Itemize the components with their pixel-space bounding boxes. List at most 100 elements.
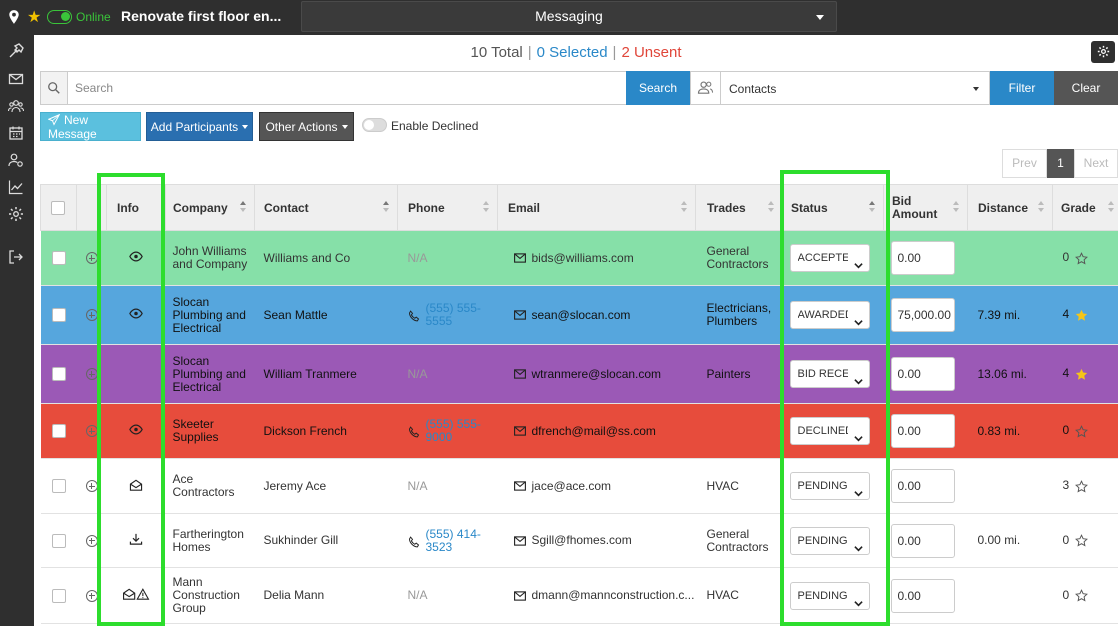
line-chart-icon[interactable] [8, 179, 24, 195]
status-select[interactable]: ACCEPTED [789, 244, 870, 272]
settings-button[interactable] [1091, 41, 1115, 63]
eye-icon[interactable] [129, 251, 143, 265]
add-participants-button[interactable]: Add Participants [146, 112, 253, 141]
bid-amount-input[interactable]: 0.00 [890, 469, 955, 503]
users-icon[interactable] [7, 98, 25, 114]
row-checkbox[interactable] [51, 588, 66, 603]
online-toggle[interactable] [47, 10, 72, 24]
row-checkbox[interactable] [51, 533, 66, 548]
status-select[interactable]: AWARDED [789, 301, 870, 329]
expand-plus-icon[interactable] [85, 480, 98, 493]
header-phone[interactable]: Phone [397, 184, 498, 231]
row-checkbox[interactable] [51, 251, 66, 265]
next-page-button[interactable]: Next [1074, 149, 1118, 178]
table-row[interactable]: Mann Construction Group Delia Mann N/A dman… [40, 567, 1118, 624]
search-input[interactable] [69, 72, 624, 104]
header-email[interactable]: Email [497, 184, 696, 231]
calendar-icon[interactable] [8, 125, 24, 141]
prev-page-button[interactable]: Prev [1002, 149, 1047, 178]
row-checkbox[interactable] [51, 424, 66, 438]
star-filled-icon[interactable] [1075, 368, 1088, 381]
bid-amount-input[interactable]: 0.00 [890, 241, 955, 275]
new-message-button[interactable]: New Message [40, 112, 141, 141]
expand-plus-icon[interactable] [85, 534, 98, 547]
header-contact[interactable]: Contact [254, 184, 398, 231]
table-row[interactable]: Fartherington Homes Sukhinder Gill (555) 4… [40, 513, 1118, 568]
bid-amount-input[interactable]: 0.00 [890, 523, 955, 558]
envelope-warning-icon[interactable] [122, 588, 150, 603]
email-value: bids@williams.com [531, 250, 634, 265]
header-grade[interactable]: Grade [1052, 184, 1118, 231]
header-bid-amount[interactable]: Bid Amount [883, 184, 968, 231]
other-actions-button[interactable]: Other Actions [259, 112, 354, 141]
email-value: jace@ace.com [531, 478, 612, 493]
table-row[interactable]: John Williams and Company Williams and Co… [40, 230, 1118, 286]
table-row[interactable]: Slocan Plumbing and Electrical Sean Mattl… [40, 285, 1118, 345]
star-outline-icon[interactable] [1075, 534, 1089, 547]
phone-link[interactable]: (555) 555-5555 [426, 302, 488, 328]
star-outline-icon[interactable] [1075, 424, 1089, 438]
table-row[interactable]: Slocan Plumbing and Electrical William Tr… [40, 344, 1118, 404]
module-select[interactable]: Messaging [301, 1, 837, 32]
status-select[interactable]: BID RECEIVED [789, 360, 870, 388]
bid-amount-input[interactable]: 75,000.00 [890, 298, 955, 332]
filter-button[interactable]: Filter [990, 71, 1054, 105]
bid-amount-input[interactable]: 0.00 [890, 414, 955, 448]
table-row[interactable]: Ace Contractors Jeremy Ace N/A jace@ace.com… [40, 458, 1118, 514]
trades-value: General Contractors [706, 526, 769, 554]
star-filled-icon[interactable] [1075, 309, 1088, 322]
star-outline-icon[interactable] [1075, 251, 1089, 265]
expand-plus-icon[interactable] [85, 589, 98, 602]
status-select[interactable]: PENDING [789, 581, 870, 610]
header-distance[interactable]: Distance [967, 184, 1053, 231]
selected-count[interactable]: 0 Selected [537, 44, 608, 61]
status-select[interactable]: DECLINED [789, 417, 870, 445]
distance-value: 0.83 mi. [977, 423, 1021, 438]
unsent-count[interactable]: 2 Unsent [621, 44, 681, 61]
user-settings-icon[interactable] [8, 152, 24, 168]
download-icon[interactable] [129, 533, 143, 548]
expand-plus-icon[interactable] [85, 252, 98, 265]
contacts-select[interactable]: Contacts [690, 71, 990, 105]
star-outline-icon[interactable] [1075, 479, 1089, 493]
row-checkbox[interactable] [51, 479, 66, 493]
select-all-checkbox[interactable] [51, 200, 65, 215]
location-pin-icon[interactable] [8, 9, 22, 25]
trades-cell: General Contractors [695, 230, 783, 286]
bid-amount-input[interactable]: 0.00 [890, 357, 955, 391]
project-title[interactable]: Renovate first floor en... [121, 8, 281, 24]
sign-out-icon[interactable] [8, 249, 24, 265]
expand-plus-icon[interactable] [85, 425, 98, 438]
status-value: BID RECEIVED [797, 368, 848, 380]
envelope-icon[interactable] [8, 71, 24, 87]
expand-plus-icon[interactable] [85, 368, 98, 381]
header-info-label: Info [117, 200, 139, 215]
eye-icon[interactable] [129, 308, 143, 322]
page-1-button[interactable]: 1 [1047, 149, 1074, 178]
row-checkbox[interactable] [51, 367, 66, 381]
header-trades[interactable]: Trades [695, 184, 783, 231]
expand-plus-icon[interactable] [85, 309, 98, 322]
row-checkbox[interactable] [51, 308, 66, 322]
enable-declined-toggle[interactable] [362, 118, 387, 132]
row-select-cell [40, 567, 77, 624]
clear-button[interactable]: Clear [1054, 71, 1118, 105]
table-row[interactable]: Skeeter Supplies Dickson French (555) 555-… [40, 403, 1118, 459]
favorite-star-icon[interactable]: ★ [27, 7, 41, 27]
search-button[interactable]: Search [626, 71, 690, 105]
header-company[interactable]: Company [165, 184, 255, 231]
chevron-down-icon [816, 15, 824, 20]
phone-link[interactable]: (555) 555-9000 [426, 418, 488, 444]
status-select[interactable]: PENDING [789, 526, 870, 555]
star-outline-icon[interactable] [1075, 589, 1089, 602]
phone-icon [408, 310, 420, 322]
status-select[interactable]: PENDING [789, 472, 870, 500]
contacts-icon [691, 72, 721, 104]
gear-icon[interactable] [8, 206, 24, 222]
envelope-open-icon[interactable] [129, 479, 143, 494]
eye-icon[interactable] [129, 424, 143, 438]
bid-amount-input[interactable]: 0.00 [890, 578, 955, 613]
phone-link[interactable]: (555) 414-3523 [426, 527, 488, 554]
header-status[interactable]: Status [782, 184, 884, 231]
hammer-icon[interactable] [8, 43, 24, 59]
